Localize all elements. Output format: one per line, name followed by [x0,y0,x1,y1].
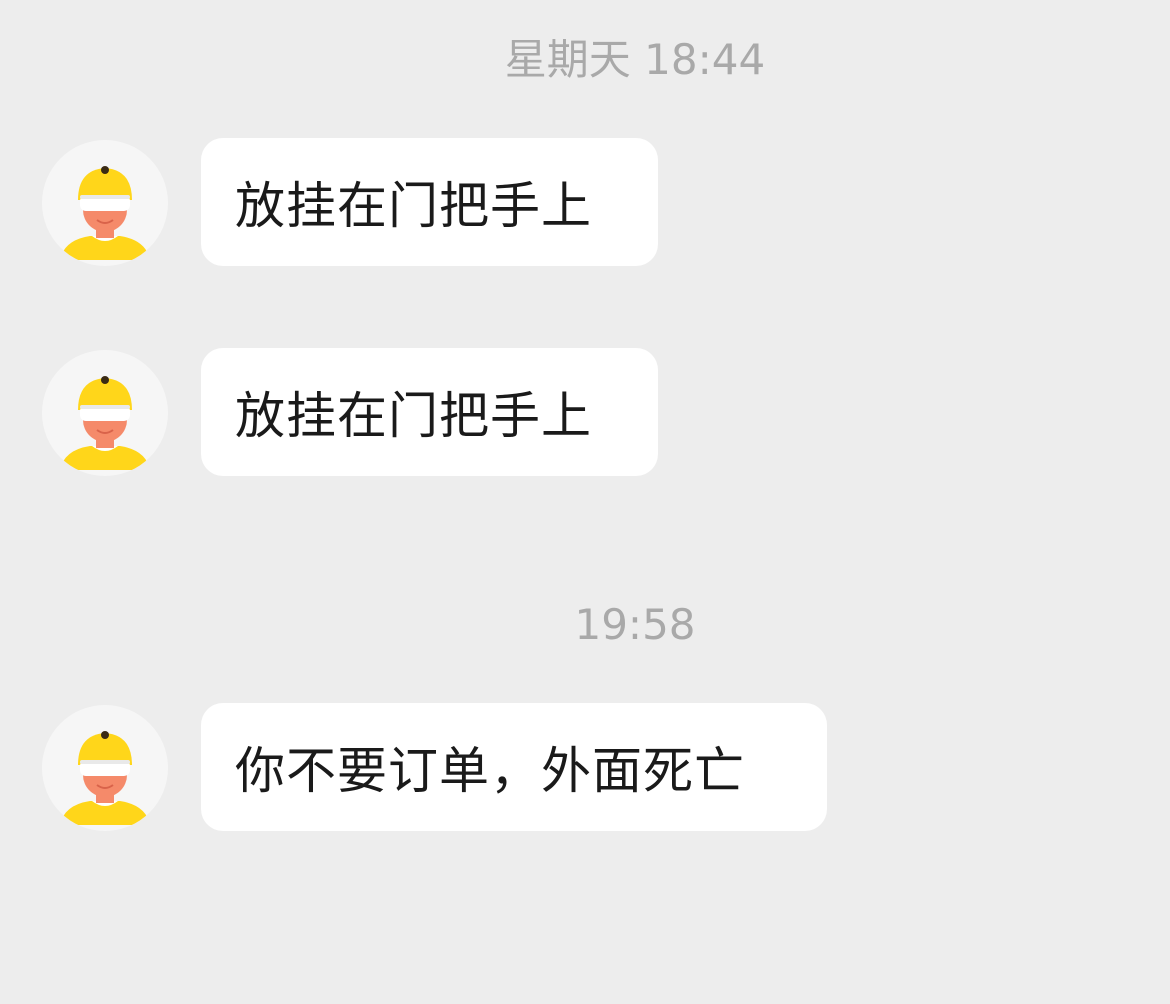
message-bubble[interactable]: 放挂在门把手上 [201,138,658,266]
message-bubble[interactable]: 放挂在门把手上 [201,348,658,476]
timestamp: 星期天 18:44 [504,35,766,84]
message-row: 你不要订单，外面死亡 [0,703,1170,833]
message-row: 放挂在门把手上 [0,138,1170,268]
message-bubble[interactable]: 你不要订单，外面死亡 [201,703,827,831]
message-row: 放挂在门把手上 [0,348,1170,478]
delivery-rider-avatar-icon[interactable] [42,140,168,266]
timestamp: 19:58 [574,600,696,649]
delivery-rider-avatar-icon[interactable] [42,350,168,476]
delivery-rider-avatar-icon[interactable] [42,705,168,831]
